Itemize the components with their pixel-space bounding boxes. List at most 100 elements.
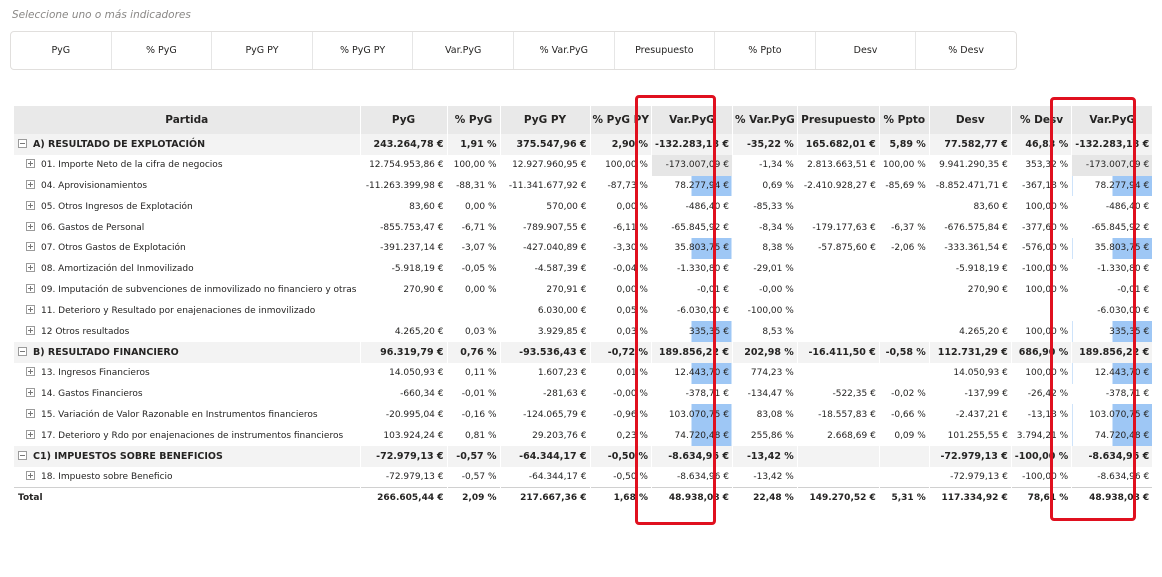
table-cell: 4.265,20 €: [359, 321, 447, 342]
table-cell: -124.065,79 €: [499, 404, 590, 426]
table-cell: [878, 445, 930, 467]
table-cell: 9.941.290,35 €: [928, 154, 1012, 176]
column-header[interactable]: % PyG: [446, 106, 500, 134]
expand-icon[interactable]: [26, 159, 35, 169]
slicer-option-pyg-py[interactable]: PyG PY: [212, 32, 313, 69]
column-header[interactable]: % Ppto: [878, 106, 930, 134]
expand-icon[interactable]: [26, 367, 35, 377]
collapse-icon[interactable]: [18, 138, 27, 148]
table-cell: -20.995,04 €: [359, 404, 447, 426]
table-row: 15. Variación de Valor Razonable en Inst…: [13, 404, 1153, 426]
slicer-option-presupuesto[interactable]: Presupuesto: [615, 32, 716, 69]
slicer-option-desv[interactable]: Desv: [816, 32, 917, 69]
table-cell: -576,00 %: [1010, 237, 1072, 259]
table-cell: -486,40 €: [1071, 196, 1153, 218]
table-cell: -8.634,96 €: [650, 445, 733, 467]
expand-icon[interactable]: [26, 387, 35, 397]
table-cell: -3,07 %: [446, 237, 500, 259]
row-label-text: 07. Otros Gastos de Explotación: [41, 243, 186, 254]
table-cell: 48.938,08 €: [1071, 487, 1153, 509]
slicer-option-pct-ppto[interactable]: % Ppto: [715, 32, 816, 69]
row-label: 17. Deterioro y Rdo por enajenaciones de…: [13, 425, 360, 446]
table-cell: [796, 279, 880, 301]
column-header[interactable]: Presupuesto: [796, 106, 880, 134]
table-row: 05. Otros Ingresos de Explotación 83,60 €…: [13, 196, 1153, 218]
table-cell: -5.918,19 €: [359, 258, 447, 280]
table-cell: -64.344,17 €: [499, 466, 590, 488]
expand-icon[interactable]: [26, 283, 35, 293]
expand-icon[interactable]: [26, 179, 35, 189]
row-label: 13. Ingresos Financieros: [13, 362, 360, 384]
table-cell: 686,90 %: [1010, 341, 1072, 363]
row-label: B) RESULTADO FINANCIERO: [13, 341, 360, 363]
expand-icon[interactable]: [26, 304, 35, 314]
table-cell: 78.277,94 €: [1071, 175, 1153, 197]
column-header[interactable]: PyG PY: [499, 106, 590, 134]
table-cell: 0,00 %: [589, 279, 652, 301]
expand-icon[interactable]: [26, 429, 35, 439]
table-row: 04. Aprovisionamientos -11.263.399,98 € -8…: [13, 175, 1153, 197]
table-cell: -6.030,00 €: [650, 300, 733, 322]
table-cell: -0,04 %: [589, 258, 652, 280]
table-cell: -0,57 %: [446, 445, 500, 467]
table-cell: -57.875,60 €: [796, 237, 880, 259]
column-header[interactable]: Var.PyG: [650, 106, 733, 134]
row-label: 14. Gastos Financieros: [13, 383, 360, 405]
table-cell: 101.255,55 €: [928, 425, 1012, 446]
expand-icon[interactable]: [26, 200, 35, 210]
table-cell: 570,00 €: [499, 196, 590, 218]
pyg-matrix: Partida PyG% PyG PyG PY% PyG PY Var.PyG% Va…: [13, 106, 1153, 509]
expand-icon[interactable]: [26, 242, 35, 252]
table-cell: 0,69 %: [731, 175, 798, 197]
row-label: 18. Impuesto sobre Beneficio: [13, 466, 360, 488]
collapse-icon[interactable]: [18, 346, 27, 356]
table-row: 11. Deterioro y Resultado por enajenacio…: [13, 300, 1153, 322]
slicer-option-var-pyg[interactable]: Var.PyG: [413, 32, 514, 69]
row-label: 06. Gastos de Personal: [13, 217, 360, 238]
table-cell: 8,38 %: [731, 237, 798, 259]
slicer-option-pct-desv[interactable]: % Desv: [916, 32, 1016, 69]
row-label-text: 05. Otros Ingresos de Explotación: [41, 201, 193, 212]
column-header[interactable]: Var.PyG: [1071, 106, 1153, 134]
table-cell: 1,68 %: [589, 487, 652, 509]
slicer-option-pct-var-pyg[interactable]: % Var.PyG: [514, 32, 615, 69]
column-header[interactable]: Partida: [13, 106, 360, 134]
row-label-text: 08. Amortización del Inmovilizado: [41, 264, 194, 275]
slicer-option-pct-pyg[interactable]: % PyG: [112, 32, 213, 69]
column-header[interactable]: Desv: [928, 106, 1012, 134]
table-cell: [796, 466, 880, 488]
table-cell: -11.341.677,92 €: [499, 175, 590, 197]
table-cell: [446, 300, 500, 322]
table-cell: 12.443,70 €: [1071, 362, 1153, 384]
table-cell: 83,60 €: [359, 196, 447, 218]
collapse-icon[interactable]: [18, 450, 27, 460]
expand-icon[interactable]: [26, 263, 35, 273]
column-header[interactable]: PyG: [359, 106, 447, 134]
table-cell: -0,01 €: [1071, 279, 1153, 301]
column-header[interactable]: % Desv: [1010, 106, 1072, 134]
table-cell: 335,35 €: [650, 321, 733, 342]
table-cell: -100,00 %: [1010, 445, 1072, 467]
table-cell: -0,96 %: [589, 404, 652, 426]
table-cell: 83,08 %: [731, 404, 798, 426]
table-cell: [878, 466, 930, 488]
table-cell: -85,69 %: [878, 175, 930, 197]
table-cell: 2,90 %: [589, 134, 652, 155]
table-cell: -0,01 €: [650, 279, 733, 301]
table-cell: -8.634,96 €: [1071, 445, 1153, 467]
table-cell: 46,83 %: [1010, 134, 1072, 155]
table-row: 12 Otros resultados 4.265,20 €0,03 % 3.929…: [13, 321, 1153, 342]
table-cell: -1,34 %: [731, 154, 798, 176]
column-header[interactable]: % Var.PyG: [731, 106, 798, 134]
expand-icon[interactable]: [26, 408, 35, 418]
table-cell: 100,00 %: [1010, 321, 1072, 342]
slicer-option-pyg[interactable]: PyG: [11, 32, 112, 69]
expand-icon[interactable]: [26, 470, 35, 480]
table-cell: 100,00 %: [589, 154, 652, 176]
expand-icon[interactable]: [26, 221, 35, 231]
column-header[interactable]: % PyG PY: [589, 106, 652, 134]
row-label-text: 04. Aprovisionamientos: [41, 180, 148, 191]
expand-icon[interactable]: [26, 325, 35, 335]
table-cell: -427.040,89 €: [499, 237, 590, 259]
slicer-option-pct-pyg-py[interactable]: % PyG PY: [313, 32, 414, 69]
